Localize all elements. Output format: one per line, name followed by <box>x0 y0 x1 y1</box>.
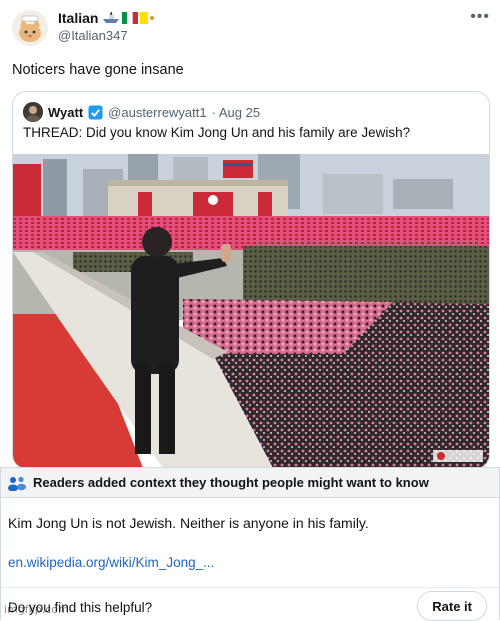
quoted-date[interactable]: · Aug 25 <box>212 105 260 120</box>
quoted-avatar[interactable] <box>23 102 43 122</box>
avatar[interactable] <box>12 10 48 46</box>
more-dots-icon[interactable]: ••• <box>470 8 490 26</box>
tweet-text: Noticers have gone insane <box>12 62 184 78</box>
note-title: Readers added context they thought peopl… <box>33 475 429 490</box>
flag-emojis <box>102 12 157 24</box>
boat-icon <box>103 12 120 23</box>
readers-people-icon <box>8 476 26 491</box>
rate-it-button[interactable]: Rate it <box>417 591 487 621</box>
author-name-line[interactable]: Italian <box>58 10 157 26</box>
note-header: Readers added context they thought peopl… <box>1 468 499 498</box>
verified-badge-icon <box>88 104 103 120</box>
watermark: imgflip.com <box>4 603 69 616</box>
quoted-tweet-text: THREAD: Did you know Kim Jong Un and his… <box>23 125 411 140</box>
italy-flag-icon <box>122 12 139 24</box>
author-handle[interactable]: @Italian347 <box>58 28 128 43</box>
vatican-flag-icon <box>140 12 157 24</box>
quoted-header: Wyatt @austerrewyatt1 · Aug 25 <box>23 102 260 122</box>
note-body: Kim Jong Un is not Jewish. Neither is an… <box>8 515 369 531</box>
quoted-tweet-card[interactable]: Wyatt @austerrewyatt1 · Aug 25 THREAD: D… <box>12 91 490 469</box>
portrait-avatar-icon <box>23 102 43 122</box>
author-name[interactable]: Italian <box>58 10 98 26</box>
community-note: Readers added context they thought peopl… <box>0 467 500 621</box>
note-source-link[interactable]: en.wikipedia.org/wiki/Kim_Jong_... <box>8 555 214 570</box>
parade-photo[interactable] <box>13 154 489 468</box>
divider <box>1 587 499 588</box>
quoted-author-handle[interactable]: @austerrewyatt1 <box>108 105 206 120</box>
quoted-author-name[interactable]: Wyatt <box>48 105 83 120</box>
cat-avatar-icon <box>12 10 48 46</box>
